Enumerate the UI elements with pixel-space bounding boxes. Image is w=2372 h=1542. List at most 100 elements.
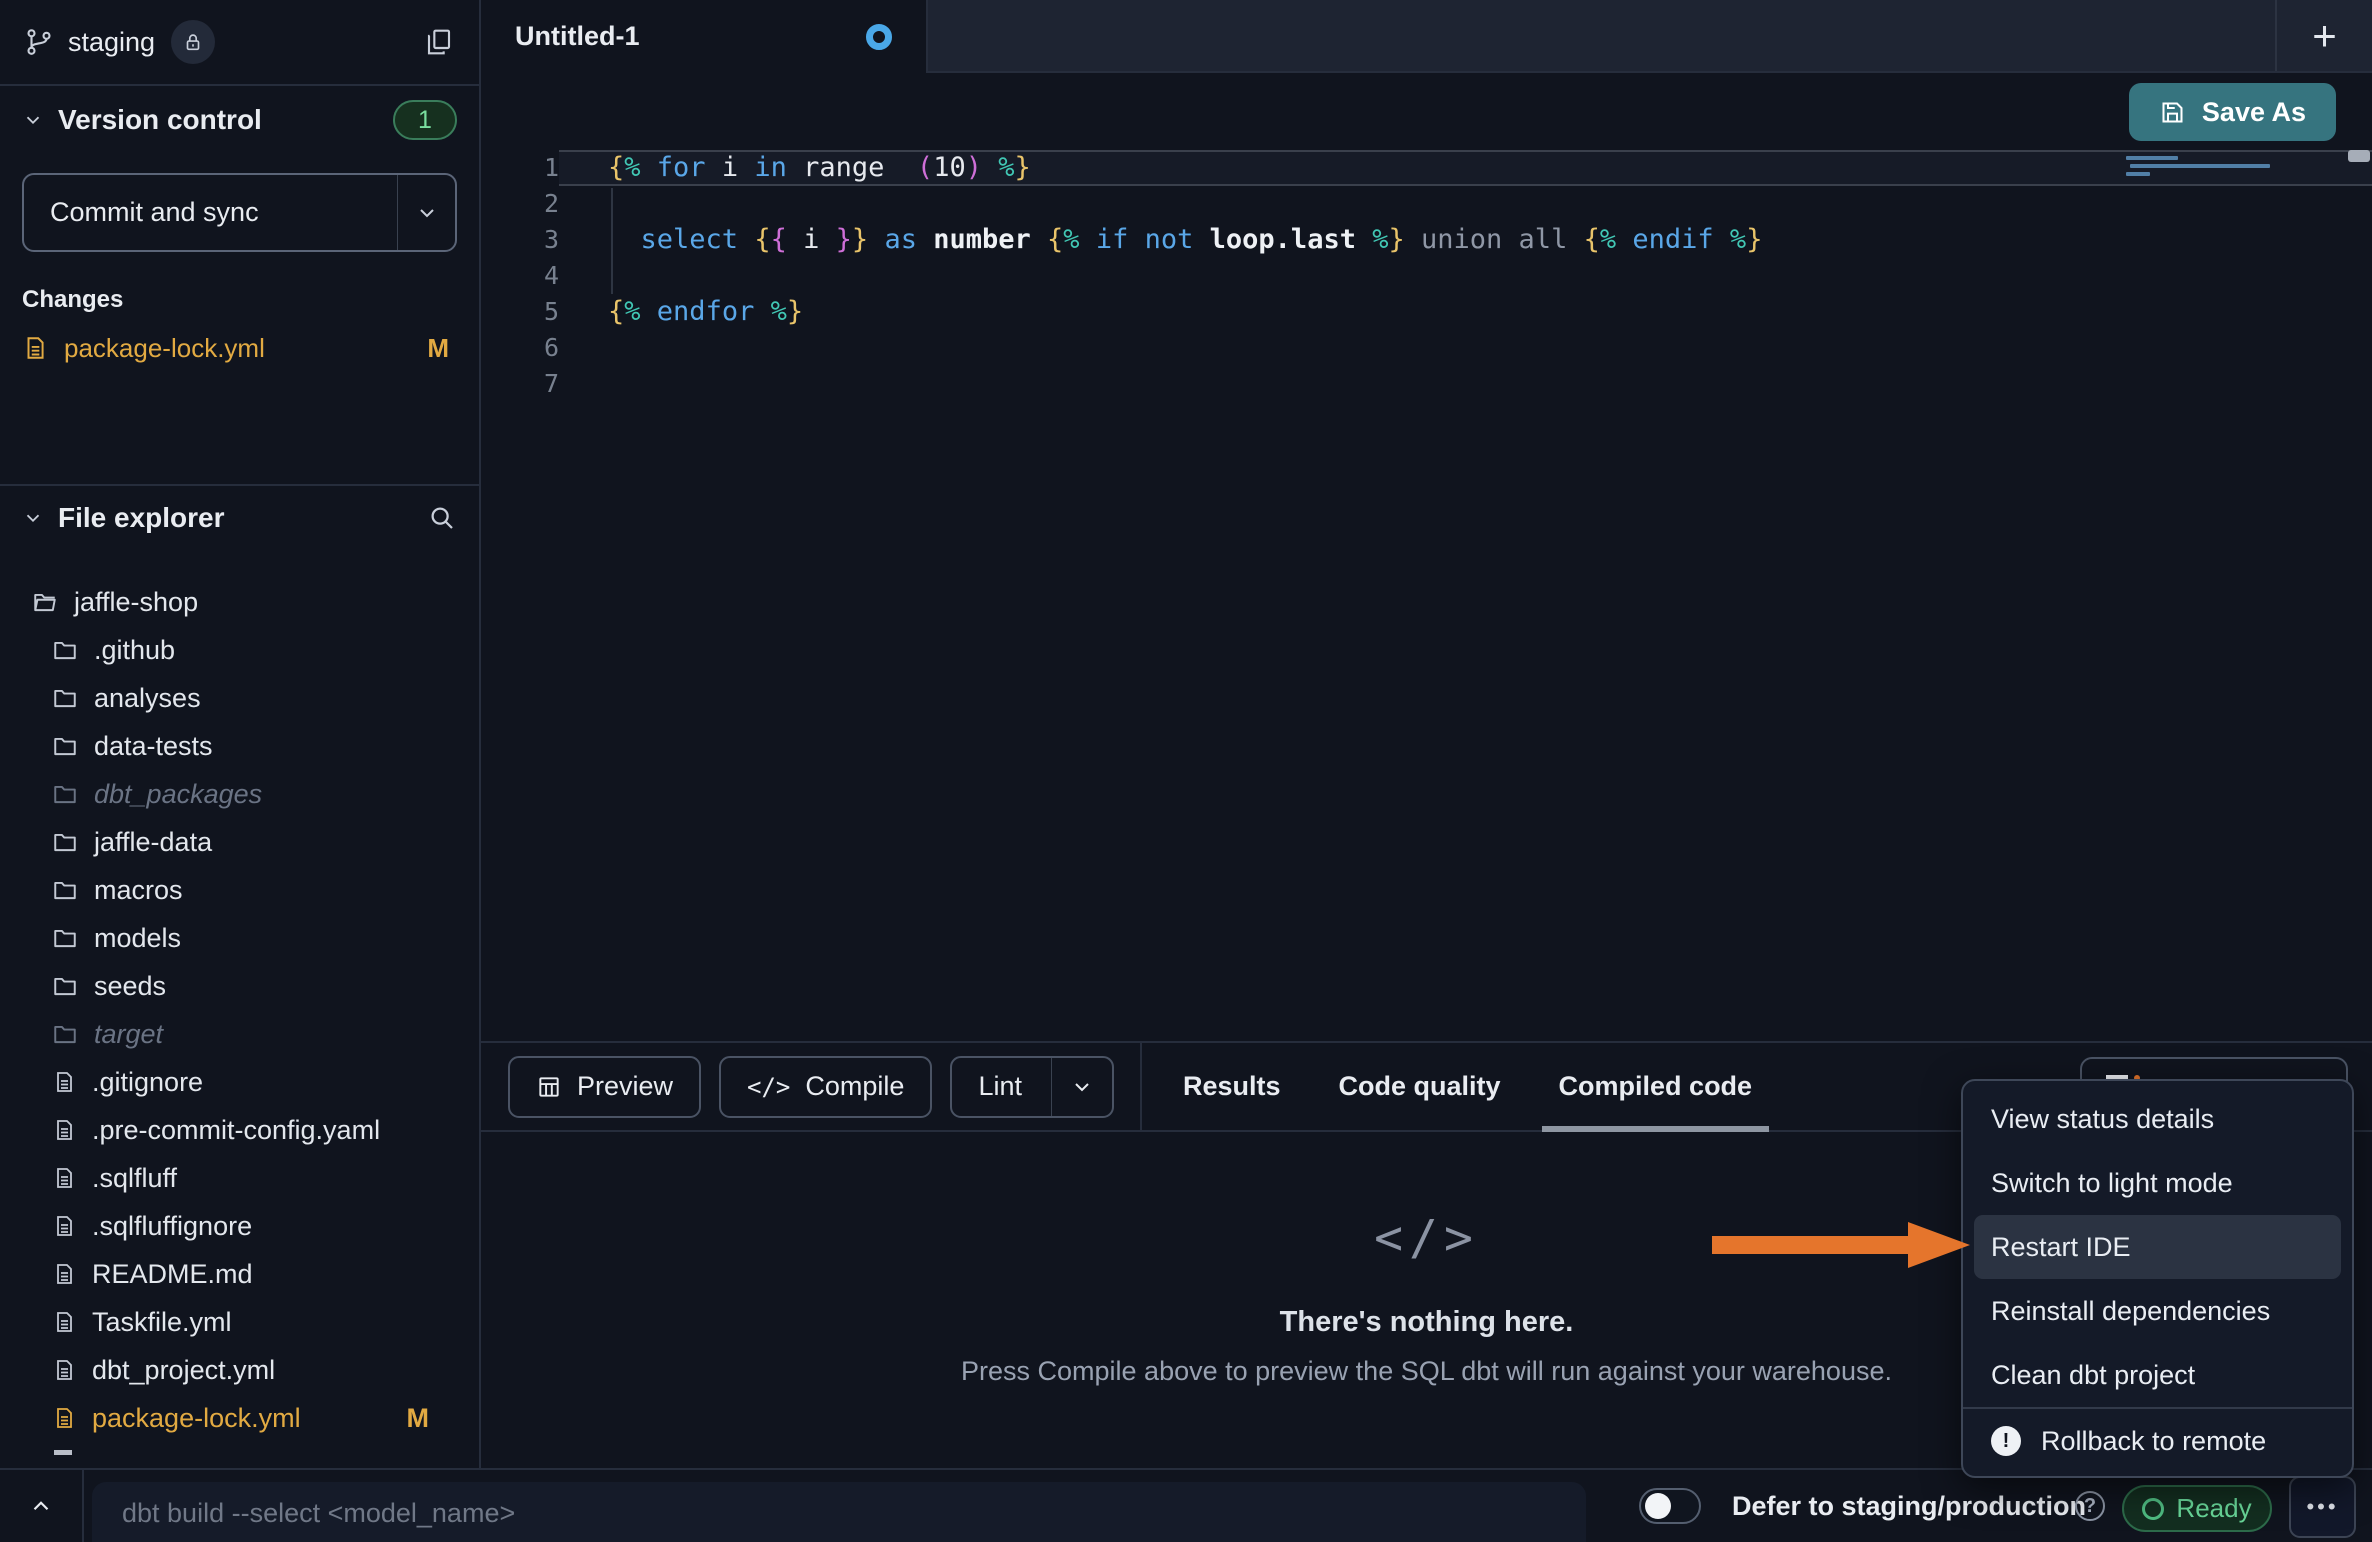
toggle-knob <box>1645 1493 1671 1519</box>
line-number: 6 <box>481 330 559 366</box>
command-input[interactable] <box>92 1482 1586 1542</box>
changes-label: Changes <box>22 286 457 314</box>
tree-item-.sqlfluff[interactable]: .sqlfluff <box>22 1154 457 1202</box>
copy-icon[interactable] <box>423 26 455 58</box>
ready-dot-icon <box>2142 1498 2164 1520</box>
line-number: 4 <box>481 258 559 294</box>
folder-icon <box>52 973 78 999</box>
expand-command-bar-button[interactable] <box>0 1470 84 1542</box>
tree-item-dbt_project.yml[interactable]: dbt_project.yml <box>22 1346 457 1394</box>
code-line-6[interactable]: 6 <box>481 330 2372 366</box>
tree-item-.github[interactable]: .github <box>22 626 457 674</box>
tree-item-data-tests[interactable]: data-tests <box>22 722 457 770</box>
tree-item-README.md[interactable]: README.md <box>22 1250 457 1298</box>
annotation-arrow <box>1712 1210 1970 1280</box>
tree-item-target[interactable]: target <box>22 1010 457 1058</box>
folder-icon <box>52 1021 78 1047</box>
help-icon[interactable]: ? <box>2075 1491 2105 1521</box>
menu-item-rollback-to-remote[interactable]: !Rollback to remote <box>1963 1409 2352 1473</box>
tree-item-dbt_packages[interactable]: dbt_packages <box>22 770 457 818</box>
editor-toolbar: Save As <box>481 73 2372 150</box>
modified-flag: M <box>427 333 449 364</box>
tree-item-package-lock.yml[interactable]: package-lock.ymlM <box>22 1394 457 1442</box>
compile-button[interactable]: </> Compile <box>719 1056 932 1118</box>
file-icon <box>52 1405 76 1431</box>
tab-untitled-1[interactable]: Untitled-1 <box>481 0 928 73</box>
folder-open-icon <box>32 589 58 615</box>
tab-code-quality[interactable]: Code quality <box>1310 1043 1530 1130</box>
tab-compiled-code[interactable]: Compiled code <box>1530 1043 1782 1130</box>
tree-item-jaffle-data[interactable]: jaffle-data <box>22 818 457 866</box>
unsaved-dot-icon <box>866 24 892 50</box>
status-badge[interactable]: Ready <box>2122 1485 2272 1532</box>
menu-item-view-status-details[interactable]: View status details <box>1963 1087 2352 1151</box>
commit-and-sync-button[interactable]: Commit and sync <box>22 173 457 252</box>
tree-item-jaffle-shop[interactable]: jaffle-shop <box>22 578 457 626</box>
chevron-down-icon <box>22 507 44 529</box>
menu-item-switch-to-light-mode[interactable]: Switch to light mode <box>1963 1151 2352 1215</box>
dbt-ide-app: staging Version control 1 <box>0 0 2372 1542</box>
code-line-4[interactable]: 4 <box>481 258 2372 294</box>
code-line-7[interactable]: 7 <box>481 366 2372 402</box>
defer-label: Defer to staging/production <box>1732 1470 2086 1542</box>
tab-results[interactable]: Results <box>1154 1043 1310 1130</box>
tree-item-.pre-commit-config.yaml[interactable]: .pre-commit-config.yaml <box>22 1106 457 1154</box>
code-line-1[interactable]: 1{% for i in range (10) %} <box>481 150 2372 186</box>
lint-button[interactable]: Lint <box>950 1056 1114 1118</box>
changed-file-name: package-lock.yml <box>64 333 265 364</box>
code-editor[interactable]: 1{% for i in range (10) %}23 select {{ i… <box>481 150 2372 1041</box>
code-icon: </> <box>747 1073 790 1101</box>
editor-scrollbar-thumb[interactable] <box>2348 150 2370 162</box>
status-bar: Defer to staging/production ? Ready ••• <box>0 1468 2372 1542</box>
code-lines: 1{% for i in range (10) %}23 select {{ i… <box>481 150 2372 402</box>
new-tab-button[interactable]: + <box>2275 0 2372 71</box>
tree-item-analyses[interactable]: analyses <box>22 674 457 722</box>
changed-file-row[interactable]: package-lock.yml M <box>22 328 457 368</box>
file-explorer-header[interactable]: File explorer <box>22 498 457 538</box>
tree-item-Taskfile.yml[interactable]: Taskfile.yml <box>22 1298 457 1346</box>
tab-title: Untitled-1 <box>515 21 640 52</box>
menu-item-restart-ide[interactable]: Restart IDE <box>1974 1215 2341 1279</box>
tree-item-.sqlfluffignore[interactable]: .sqlfluffignore <box>22 1202 457 1250</box>
file-icon <box>52 1069 76 1095</box>
folder-icon <box>52 685 78 711</box>
code-line-2[interactable]: 2 <box>481 186 2372 222</box>
table-icon <box>536 1074 562 1100</box>
line-number: 5 <box>481 294 559 330</box>
code-line-3[interactable]: 3 select {{ i }} as number {% if not loo… <box>481 222 2372 258</box>
clipped-tree-item <box>54 1450 72 1455</box>
tree-item-seeds[interactable]: seeds <box>22 962 457 1010</box>
tree-item-models[interactable]: models <box>22 914 457 962</box>
code-line-5[interactable]: 5{% endfor %} <box>481 294 2372 330</box>
file-icon <box>52 1165 76 1191</box>
minimap[interactable] <box>2126 152 2344 192</box>
menu-item-clean-dbt-project[interactable]: Clean dbt project <box>1963 1343 2352 1407</box>
lint-options-chevron[interactable] <box>1051 1058 1112 1116</box>
tree-item-macros[interactable]: macros <box>22 866 457 914</box>
menu-item-reinstall-dependencies[interactable]: Reinstall dependencies <box>1963 1279 2352 1343</box>
file-tree: jaffle-shop.githubanalysesdata-testsdbt_… <box>22 578 457 1468</box>
section-title: File explorer <box>58 502 225 534</box>
file-icon <box>52 1213 76 1239</box>
version-control-section: Version control 1 Commit and sync Change… <box>0 86 479 484</box>
chevron-down-icon <box>22 109 44 131</box>
tabbar-empty-area: + <box>928 0 2372 73</box>
more-options-button[interactable]: ••• <box>2289 1476 2356 1538</box>
commit-options-chevron[interactable] <box>397 175 455 250</box>
version-control-header[interactable]: Version control 1 <box>22 100 457 140</box>
branch-name[interactable]: staging <box>68 27 155 58</box>
folder-icon <box>52 877 78 903</box>
defer-toggle[interactable] <box>1639 1488 1701 1524</box>
tree-item-.gitignore[interactable]: .gitignore <box>22 1058 457 1106</box>
folder-icon <box>52 637 78 663</box>
line-number: 2 <box>481 186 559 222</box>
search-icon[interactable] <box>427 503 457 533</box>
save-as-button[interactable]: Save As <box>2129 83 2336 141</box>
file-icon <box>52 1261 76 1287</box>
modified-flag: M <box>407 1403 430 1434</box>
chevron-up-icon <box>28 1493 54 1519</box>
file-icon <box>52 1357 76 1383</box>
save-icon <box>2159 99 2186 126</box>
folder-icon <box>52 829 78 855</box>
preview-button[interactable]: Preview <box>508 1056 701 1118</box>
